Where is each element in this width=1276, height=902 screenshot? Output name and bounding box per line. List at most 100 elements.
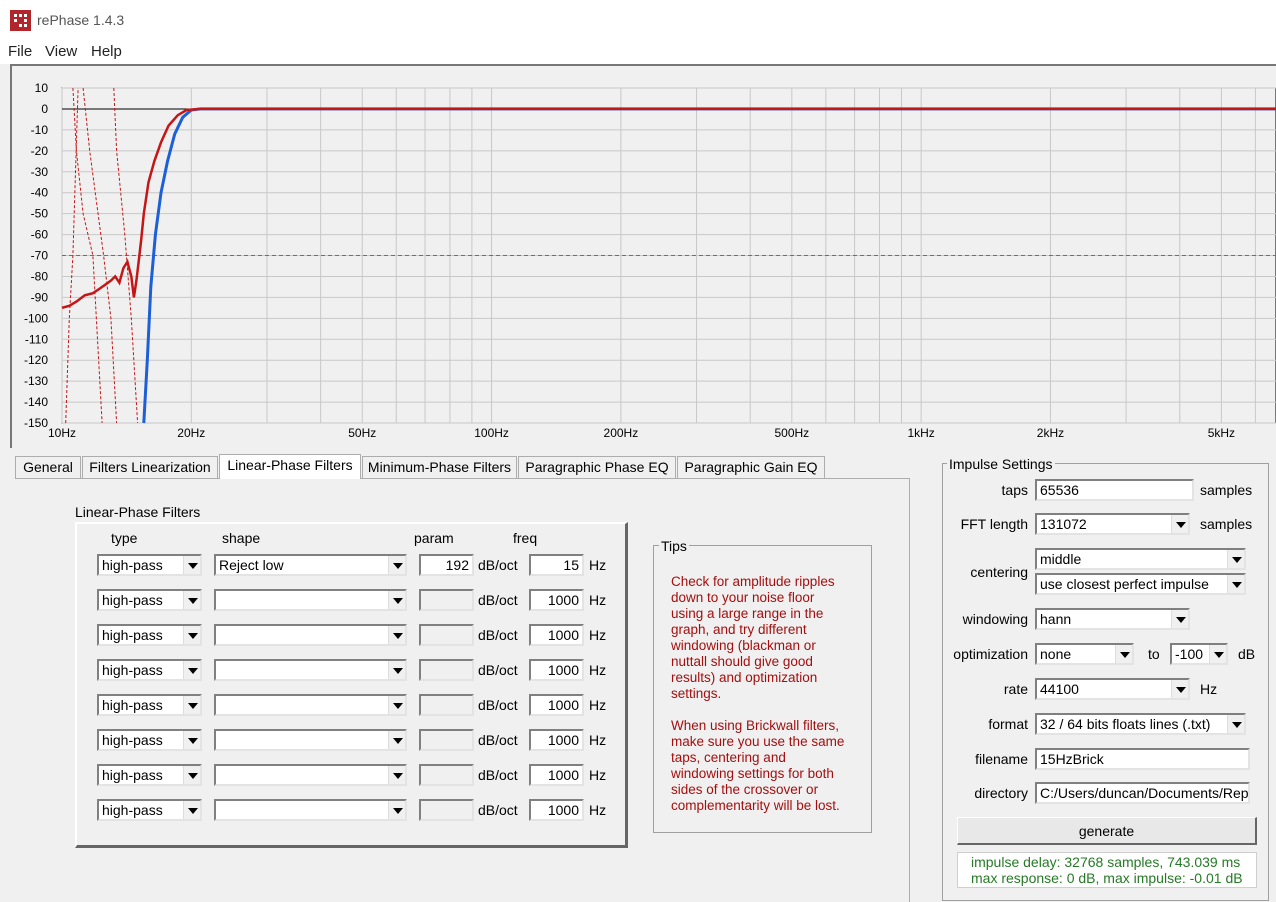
menu-view[interactable]: View	[45, 43, 77, 60]
tips-line: results) and optimization	[671, 670, 818, 685]
filter-type-select[interactable]: high-pass	[97, 764, 202, 786]
tips-title: Tips	[659, 538, 689, 554]
directory-input[interactable]: C:/Users/duncan/Documents/Rep	[1035, 782, 1250, 804]
filter-freq-input[interactable]: 1000	[529, 659, 584, 681]
chevron-down-icon	[1209, 645, 1226, 663]
filter-param-input[interactable]	[419, 624, 474, 646]
y-tick-label: -150	[24, 416, 48, 430]
y-tick-label: -30	[31, 165, 49, 179]
filter-freq-input[interactable]: 1000	[529, 624, 584, 646]
rate-select[interactable]: 44100	[1035, 678, 1190, 700]
filter-type-select[interactable]: high-pass	[97, 554, 202, 576]
filter-shape-select[interactable]	[214, 729, 407, 751]
filter-shape-select[interactable]	[214, 694, 407, 716]
title-bar: rePhase 1.4.3	[0, 0, 1276, 40]
magnitude-graph[interactable]: 10 0 -10 -20 -30 -40 -50 -60 -70 -80 -90 -100 -110 -1…	[12, 66, 1276, 448]
filter-param-unit: dB/oct	[478, 592, 518, 608]
x-tick-label: 200Hz	[604, 426, 639, 440]
taps-input[interactable]: 65536	[1035, 479, 1194, 501]
directory-label: directory	[974, 785, 1028, 801]
filter-freq-input[interactable]: 1000	[529, 799, 584, 821]
filter-freq-input[interactable]: 15	[529, 554, 584, 576]
fft-length-select[interactable]: 131072	[1035, 513, 1190, 535]
menu-file[interactable]: File	[8, 43, 32, 60]
optimization-db-select[interactable]: -100	[1170, 643, 1228, 665]
tips-line: using a large range in the	[671, 606, 824, 621]
chevron-down-icon	[388, 731, 405, 749]
filter-param-unit: dB/oct	[478, 697, 518, 713]
filter-freq-input[interactable]: 1000	[529, 764, 584, 786]
chevron-down-icon	[1171, 610, 1188, 628]
x-tick-label: 10Hz	[48, 426, 76, 440]
filter-shape-select[interactable]	[214, 799, 407, 821]
filter-param-input[interactable]	[419, 589, 474, 611]
y-tick-label: -20	[31, 144, 49, 158]
filter-type-select[interactable]: high-pass	[97, 729, 202, 751]
filename-input[interactable]: 15HzBrick	[1035, 748, 1250, 770]
filter-param-input[interactable]	[419, 694, 474, 716]
filter-type-select[interactable]: high-pass	[97, 659, 202, 681]
filter-param-unit: dB/oct	[478, 767, 518, 783]
x-tick-label: 1kHz	[907, 426, 934, 440]
filter-param-unit: dB/oct	[478, 557, 518, 573]
filter-type-select[interactable]: high-pass	[97, 624, 202, 646]
y-tick-label: -80	[31, 269, 49, 283]
optimization-select[interactable]: none	[1035, 643, 1134, 665]
tab-paragraphic-phase-eq[interactable]: Paragraphic Phase EQ	[518, 456, 676, 478]
generate-button[interactable]: generate	[957, 817, 1257, 845]
x-tick-label: 20Hz	[177, 426, 205, 440]
filter-type-select[interactable]: high-pass	[97, 694, 202, 716]
filter-freq-unit: Hz	[589, 627, 607, 643]
filter-param-input[interactable]: 192	[419, 554, 474, 576]
filter-type-select[interactable]: high-pass	[97, 799, 202, 821]
centering-mode-select[interactable]: use closest perfect impulse	[1035, 573, 1246, 595]
menu-help[interactable]: Help	[91, 43, 122, 60]
window-title: rePhase 1.4.3	[37, 12, 125, 28]
tips-line: windowing settings for both	[671, 766, 834, 781]
chevron-down-icon	[183, 731, 200, 749]
tips-line: complementarity will be lost.	[671, 798, 840, 813]
tab-filters-linearization[interactable]: Filters Linearization	[82, 456, 218, 478]
y-tick-label: -10	[31, 123, 49, 137]
chevron-down-icon	[183, 591, 200, 609]
format-select[interactable]: 32 / 64 bits floats lines (.txt)	[1035, 713, 1246, 735]
tab-linear-phase-filters[interactable]: Linear-Phase Filters	[219, 454, 361, 479]
filter-type-select[interactable]: high-pass	[97, 589, 202, 611]
filter-shape-select[interactable]	[214, 589, 407, 611]
status-impulse-delay: impulse delay: 32768 samples, 743.039 ms	[971, 854, 1241, 870]
filter-param-input[interactable]	[419, 764, 474, 786]
chevron-down-icon	[1171, 680, 1188, 698]
menu-bar: File View Help	[0, 40, 1276, 64]
y-tick-label: -110	[25, 332, 48, 346]
y-tick-label: -140	[24, 395, 48, 409]
status-max-response: max response: 0 dB, max impulse: -0.01 d…	[971, 870, 1243, 886]
tab-minimum-phase-filters[interactable]: Minimum-Phase Filters	[362, 456, 517, 478]
filter-shape-select[interactable]	[214, 764, 407, 786]
filter-freq-unit: Hz	[589, 802, 607, 818]
taps-unit: samples	[1200, 482, 1253, 498]
filter-shape-select[interactable]	[214, 624, 407, 646]
filter-shape-select[interactable]: Reject low	[214, 554, 407, 576]
filter-param-input[interactable]	[419, 799, 474, 821]
optimization-db-unit: dB	[1238, 646, 1256, 662]
filter-param-input[interactable]	[419, 729, 474, 751]
tab-paragraphic-gain-eq[interactable]: Paragraphic Gain EQ	[677, 456, 825, 478]
filter-shape-select[interactable]	[214, 659, 407, 681]
y-tick-label: -90	[31, 290, 49, 304]
tips-line: When using Brickwall filters,	[671, 718, 840, 733]
filter-freq-input[interactable]: 1000	[529, 729, 584, 751]
tips-line: windowing (blackman or	[671, 638, 816, 653]
chevron-down-icon	[183, 696, 200, 714]
tips-line: taps, centering and	[671, 750, 786, 765]
chevron-down-icon	[388, 766, 405, 784]
filter-param-input[interactable]	[419, 659, 474, 681]
filter-freq-input[interactable]: 1000	[529, 694, 584, 716]
header-param: param	[414, 530, 454, 546]
chevron-down-icon	[388, 591, 405, 609]
windowing-select[interactable]: hann	[1035, 608, 1190, 630]
centering-select[interactable]: middle	[1035, 548, 1246, 570]
tab-general[interactable]: General	[15, 456, 81, 478]
fft-length-label: FFT length	[960, 516, 1028, 532]
filter-freq-input[interactable]: 1000	[529, 589, 584, 611]
x-tick-label: 100Hz	[474, 426, 509, 440]
